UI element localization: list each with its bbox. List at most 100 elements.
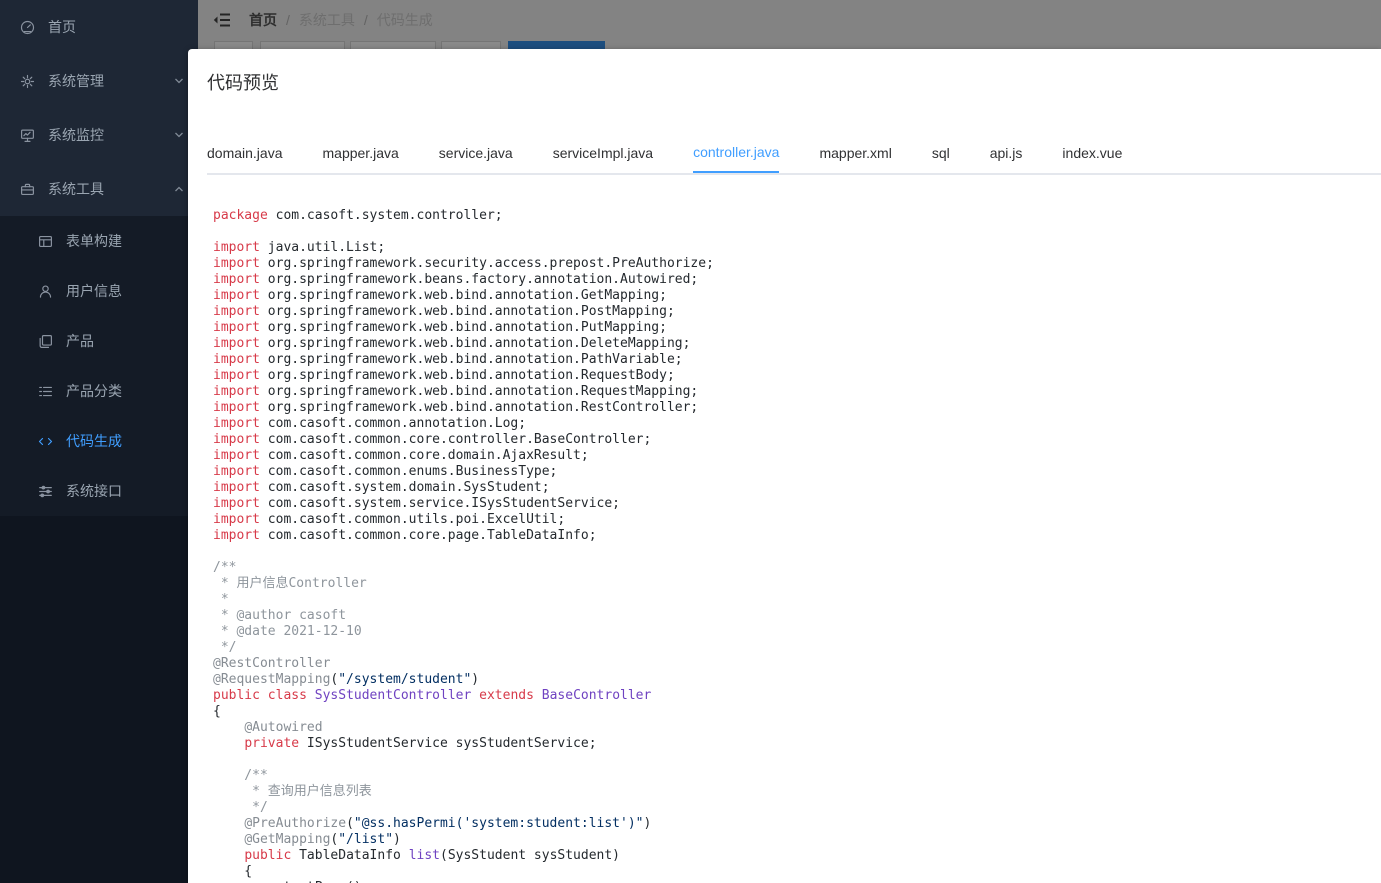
toolbox-icon xyxy=(20,182,35,197)
sidebar-item-label: 系统接口 xyxy=(66,481,122,501)
monitor-icon xyxy=(20,128,35,143)
code-line: * xyxy=(213,592,1381,608)
tag-chip xyxy=(441,41,501,49)
tag-chip xyxy=(260,41,345,49)
breadcrumb-separator: / xyxy=(364,12,368,28)
code-line: { xyxy=(213,704,1381,720)
form-icon xyxy=(38,234,53,249)
tab-sql[interactable]: sql xyxy=(932,133,950,173)
sidebar-item-label: 用户信息 xyxy=(66,281,122,301)
code-line: @GetMapping("/list") xyxy=(213,832,1381,848)
sliders-icon xyxy=(38,484,53,499)
code-line: package com.casoft.system.controller; xyxy=(213,208,1381,224)
tab-mapper-xml[interactable]: mapper.xml xyxy=(819,133,891,173)
document-icon xyxy=(38,334,53,349)
code-block: package com.casoft.system.controller; im… xyxy=(213,208,1381,883)
code-line: import com.casoft.common.annotation.Log; xyxy=(213,416,1381,432)
sidebar-item-product[interactable]: 产品 xyxy=(0,316,198,366)
sidebar-item-label: 代码生成 xyxy=(66,431,122,451)
code-line: /** xyxy=(213,560,1381,576)
sidebar-item-label: 产品分类 xyxy=(66,381,122,401)
code-line: import java.util.List; xyxy=(213,240,1381,256)
code-line: import com.casoft.common.core.domain.Aja… xyxy=(213,448,1381,464)
sidebar-item-label: 产品 xyxy=(66,331,94,351)
code-line: */ xyxy=(213,640,1381,656)
code-line: import org.springframework.web.bind.anno… xyxy=(213,384,1381,400)
sidebar-item-label: 系统管理 xyxy=(48,71,104,91)
code-line: public TableDataInfo list(SysStudent sys… xyxy=(213,848,1381,864)
code-line: import org.springframework.beans.factory… xyxy=(213,272,1381,288)
breadcrumb-separator: / xyxy=(286,12,290,28)
chevron-down-icon xyxy=(174,130,184,140)
chevron-up-icon xyxy=(174,184,184,194)
code-line: import org.springframework.security.acce… xyxy=(213,256,1381,272)
sidebar-item-system-management[interactable]: 系统管理 xyxy=(0,54,198,108)
breadcrumb-item[interactable]: 系统工具 xyxy=(299,10,355,30)
code-line: import com.casoft.common.utils.poi.Excel… xyxy=(213,512,1381,528)
sidebar-item-home[interactable]: 首页 xyxy=(0,0,198,54)
sidebar-item-product-category[interactable]: 产品分类 xyxy=(0,366,198,416)
code-line: * 用户信息Controller xyxy=(213,576,1381,592)
code-line: import com.casoft.common.enums.BusinessT… xyxy=(213,464,1381,480)
code-line: @RestController xyxy=(213,656,1381,672)
list-icon xyxy=(38,384,53,399)
sidebar: 首页系统管理系统监控系统工具 表单构建用户信息产品产品分类代码生成系统接口 xyxy=(0,0,198,883)
code-line: * @date 2021-12-10 xyxy=(213,624,1381,640)
sidebar-item-form-builder[interactable]: 表单构建 xyxy=(0,216,198,266)
code-icon xyxy=(38,434,53,449)
code-line: import org.springframework.web.bind.anno… xyxy=(213,400,1381,416)
sidebar-item-code-generation[interactable]: 代码生成 xyxy=(0,416,198,466)
code-line: import com.casoft.system.service.ISysStu… xyxy=(213,496,1381,512)
tab-service-java[interactable]: service.java xyxy=(439,133,513,173)
sidebar-fold-icon[interactable] xyxy=(213,12,231,28)
gear-icon xyxy=(20,74,35,89)
sidebar-item-label: 系统工具 xyxy=(48,179,104,199)
top-header: 首页 / 系统工具 / 代码生成 xyxy=(198,0,1381,49)
tab-index-vue[interactable]: index.vue xyxy=(1062,133,1122,173)
code-line: @PreAuthorize("@ss.hasPermi('system:stud… xyxy=(213,816,1381,832)
sidebar-item-label: 首页 xyxy=(48,17,76,37)
tag-chip xyxy=(350,41,436,49)
code-line: public class SysStudentController extend… xyxy=(213,688,1381,704)
code-line: import org.springframework.web.bind.anno… xyxy=(213,352,1381,368)
tab-controller-java[interactable]: controller.java xyxy=(693,133,779,173)
code-line: import org.springframework.web.bind.anno… xyxy=(213,304,1381,320)
code-line: /** xyxy=(213,768,1381,784)
tab-api-js[interactable]: api.js xyxy=(990,133,1023,173)
breadcrumb-item: 代码生成 xyxy=(377,10,433,30)
sidebar-item-user-info[interactable]: 用户信息 xyxy=(0,266,198,316)
code-line: import org.springframework.web.bind.anno… xyxy=(213,320,1381,336)
sidebar-submenu-system-tools: 表单构建用户信息产品产品分类代码生成系统接口 xyxy=(0,216,198,516)
code-line: import org.springframework.web.bind.anno… xyxy=(213,288,1381,304)
tab-mapper-java[interactable]: mapper.java xyxy=(323,133,399,173)
tab-serviceimpl-java[interactable]: serviceImpl.java xyxy=(553,133,653,173)
code-line: import com.casoft.system.domain.SysStude… xyxy=(213,480,1381,496)
sidebar-item-system-api[interactable]: 系统接口 xyxy=(0,466,198,516)
code-line: import org.springframework.web.bind.anno… xyxy=(213,336,1381,352)
dialog-title: 代码预览 xyxy=(207,71,279,95)
code-line: import com.casoft.common.core.controller… xyxy=(213,432,1381,448)
code-line: import com.casoft.common.core.page.Table… xyxy=(213,528,1381,544)
code-line: @Autowired xyxy=(213,720,1381,736)
sidebar-item-system-tools[interactable]: 系统工具 xyxy=(0,162,198,216)
code-line: * @author casoft xyxy=(213,608,1381,624)
code-line: import org.springframework.web.bind.anno… xyxy=(213,368,1381,384)
file-tabs: domain.java mapper.java service.java servic… xyxy=(207,133,1381,175)
code-line: @RequestMapping("/system/student") xyxy=(213,672,1381,688)
tab-domain-java[interactable]: domain.java xyxy=(207,133,283,173)
dashboard-icon xyxy=(20,20,35,35)
code-line: private ISysStudentService sysStudentSer… xyxy=(213,736,1381,752)
sidebar-item-system-monitor[interactable]: 系统监控 xyxy=(0,108,198,162)
code-line xyxy=(213,752,1381,768)
sidebar-item-label: 表单构建 xyxy=(66,231,122,251)
user-icon xyxy=(38,284,53,299)
tag-chip xyxy=(214,41,253,49)
chevron-down-icon xyxy=(174,76,184,86)
tag-chip-active xyxy=(508,41,605,49)
code-line: { xyxy=(213,864,1381,880)
code-line: * 查询用户信息列表 xyxy=(213,784,1381,800)
sidebar-item-label: 系统监控 xyxy=(48,125,104,145)
breadcrumb-item[interactable]: 首页 xyxy=(249,10,277,30)
code-line xyxy=(213,224,1381,240)
code-line: */ xyxy=(213,800,1381,816)
